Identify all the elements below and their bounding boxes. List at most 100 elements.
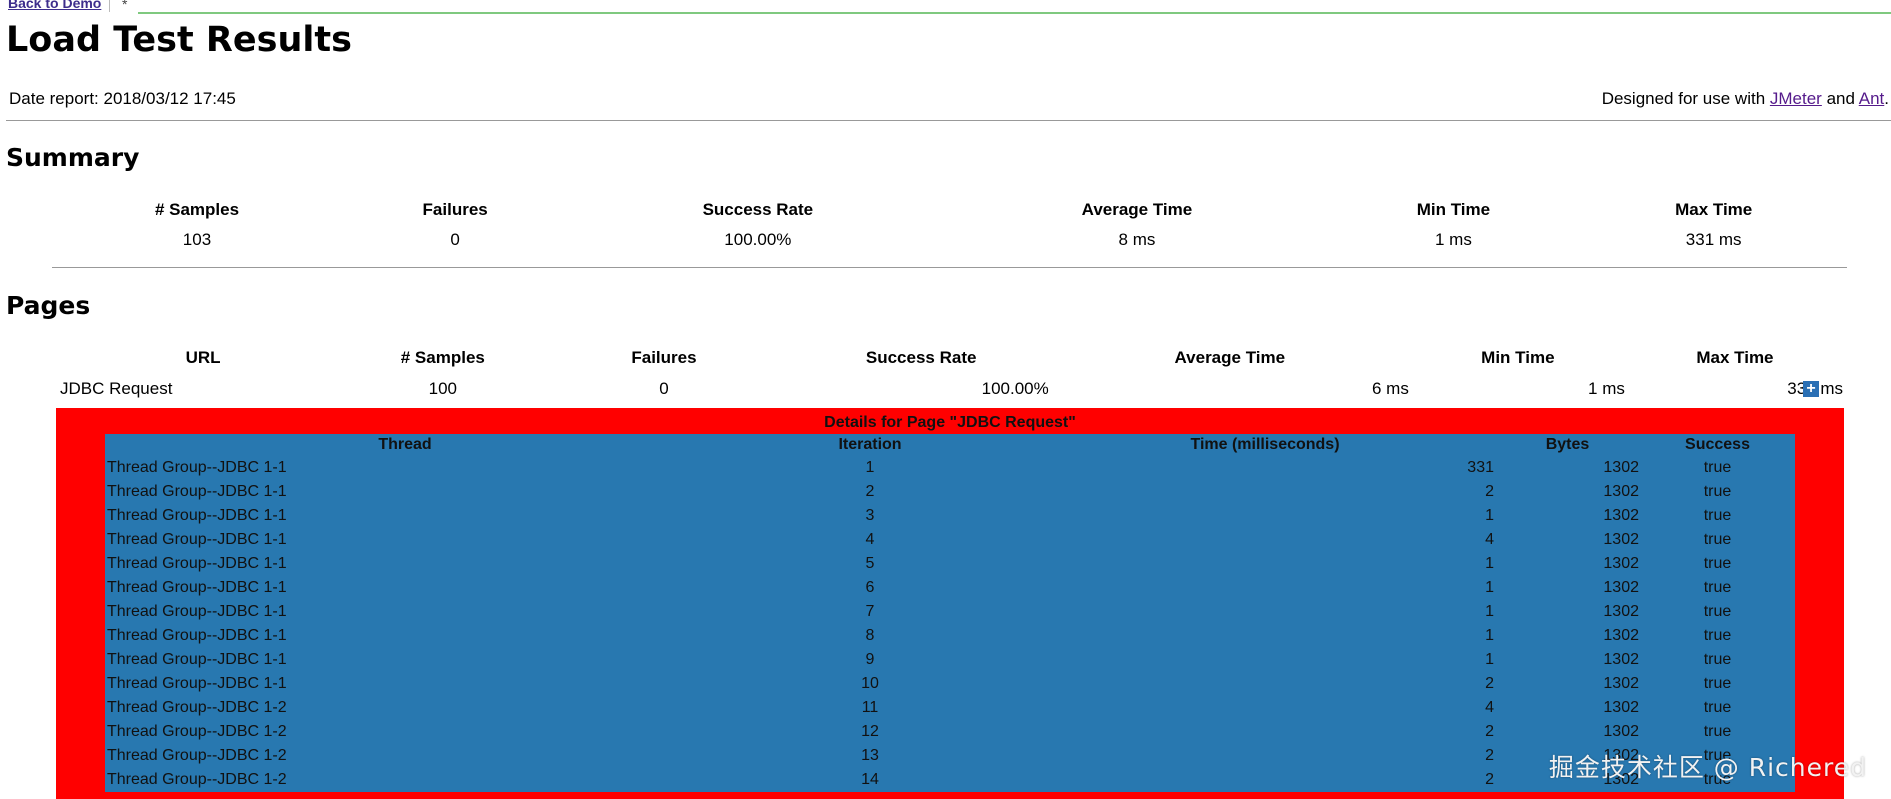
details-iteration: 11	[861, 699, 879, 716]
table-row: Thread Group--JDBC 1-1 9 1 1302 true	[105, 648, 1795, 672]
details-thread: Thread Group--JDBC 1-1	[107, 555, 287, 572]
table-row: Thread Group--JDBC 1-2 12 2 1302 true	[105, 720, 1795, 744]
details-time: 1	[1485, 627, 1494, 644]
details-iteration: 10	[861, 675, 879, 692]
ant-link[interactable]: Ant	[1859, 89, 1885, 108]
pages-header-failures: Failures	[631, 348, 697, 367]
designed-suffix: .	[1884, 89, 1889, 108]
pages-url: JDBC Request	[60, 379, 173, 398]
details-bytes: 1302	[1603, 507, 1639, 524]
details-success: true	[1703, 651, 1732, 668]
pages-header-max-time: Max Time	[1696, 348, 1774, 367]
summary-header-samples: # Samples	[154, 200, 240, 219]
details-iteration: 1	[865, 459, 875, 476]
pages-header-min-time: Min Time	[1481, 348, 1555, 367]
details-bytes: 1302	[1603, 555, 1639, 572]
details-thread: Thread Group--JDBC 1-1	[107, 531, 287, 548]
table-row: Thread Group--JDBC 1-2 14 2 1302 true	[105, 768, 1795, 792]
pages-failures: 0	[659, 379, 669, 398]
details-thread: Thread Group--JDBC 1-1	[107, 603, 287, 620]
details-iteration: 7	[865, 603, 875, 620]
details-bytes: 1302	[1603, 651, 1639, 668]
summary-average-time: 8 ms	[1118, 230, 1156, 249]
details-bytes: 1302	[1603, 459, 1639, 476]
pages-header-average-time: Average Time	[1174, 348, 1286, 367]
details-panel: Details for Page "JDBC Request" Thread I…	[56, 408, 1844, 799]
details-body: Thread Group--JDBC 1-1 1 331 1302 true Thread…	[105, 456, 1795, 792]
details-bytes: 1302	[1603, 675, 1639, 692]
details-thread: Thread Group--JDBC 1-2	[107, 771, 287, 788]
jmeter-link[interactable]: JMeter	[1770, 89, 1822, 108]
summary-title: Summary	[6, 143, 140, 172]
table-row: Thread Group--JDBC 1-1 8 1 1302 true	[105, 624, 1795, 648]
details-success: true	[1703, 627, 1732, 644]
details-success: true	[1703, 699, 1732, 716]
pages-min-time: 1 ms	[1588, 379, 1625, 398]
table-row: Thread Group--JDBC 1-1 4 4 1302 true	[105, 528, 1795, 552]
details-bytes: 1302	[1603, 627, 1639, 644]
details-thread: Thread Group--JDBC 1-1	[107, 651, 287, 668]
details-success: true	[1703, 675, 1732, 692]
details-iteration: 13	[861, 747, 879, 764]
details-header-row: Thread Iteration Time (milliseconds) Byt…	[105, 434, 1795, 456]
designed-prefix: Designed for use with	[1601, 89, 1770, 108]
pages-row-jdbc-request: JDBC Request 100 0 100.00% 6 ms 1 ms 331…	[56, 372, 1844, 406]
details-iteration: 8	[865, 627, 875, 644]
details-success: true	[1703, 483, 1732, 500]
details-success: true	[1703, 507, 1732, 524]
details-header-iteration: Iteration	[838, 436, 902, 453]
summary-max-time: 331 ms	[1685, 230, 1742, 249]
pages-header-url: URL	[185, 348, 221, 367]
summary-success-rate: 100.00%	[724, 230, 792, 249]
summary-failures: 0	[450, 230, 460, 249]
summary-header-failures: Failures	[422, 200, 488, 219]
details-header-bytes: Bytes	[1545, 436, 1590, 453]
details-thread: Thread Group--JDBC 1-1	[107, 483, 287, 500]
details-iteration: 6	[865, 579, 875, 596]
tab-marker[interactable]: *	[122, 0, 127, 12]
details-bytes: 1302	[1603, 579, 1639, 596]
details-success: true	[1703, 459, 1732, 476]
details-time: 2	[1485, 747, 1494, 764]
details-success: true	[1703, 531, 1732, 548]
details-success: true	[1703, 579, 1732, 596]
details-bytes: 1302	[1603, 483, 1639, 500]
pages-header-row: URL # Samples Failures Success Rate Aver…	[56, 344, 1844, 372]
summary-samples: 103	[182, 230, 212, 249]
table-row: Thread Group--JDBC 1-1 7 1 1302 true	[105, 600, 1795, 624]
details-time: 2	[1485, 771, 1494, 788]
date-report: Date report: 2018/03/12 17:45	[9, 89, 236, 108]
details-caption: Details for Page "JDBC Request"	[824, 414, 1076, 431]
details-iteration: 5	[865, 555, 875, 572]
details-header-thread: Thread	[378, 436, 432, 453]
details-bytes: 1302	[1603, 723, 1639, 740]
back-to-demo-link[interactable]: Back to Demo	[0, 0, 111, 12]
pages-success-rate: 100.00%	[981, 379, 1049, 398]
top-strip: Back to Demo *	[0, 0, 1891, 14]
details-header-success: Success	[1685, 436, 1750, 453]
details-time: 1	[1485, 603, 1494, 620]
pages-header-samples: # Samples	[400, 348, 485, 367]
details-time: 331	[1467, 459, 1494, 476]
details-bytes: 1302	[1603, 531, 1639, 548]
details-iteration: 12	[861, 723, 879, 740]
table-row: Thread Group--JDBC 1-1 2 2 1302 true	[105, 480, 1795, 504]
designed-for-note: Designed for use with JMeter and Ant.	[1602, 89, 1889, 109]
summary-divider	[52, 267, 1847, 268]
details-time: 2	[1485, 675, 1494, 692]
table-row: Thread Group--JDBC 1-1 1 331 1302 true	[105, 456, 1795, 480]
summary-value-row: 103 0 100.00% 8 ms 1 ms 331 ms	[52, 224, 1847, 256]
table-row: Thread Group--JDBC 1-1 3 1 1302 true	[105, 504, 1795, 528]
pages-table: URL # Samples Failures Success Rate Aver…	[56, 344, 1844, 406]
details-success: true	[1703, 603, 1732, 620]
summary-header-row: # Samples Failures Success Rate Average …	[52, 196, 1847, 224]
summary-header-average-time: Average Time	[1081, 200, 1193, 219]
designed-and: and	[1821, 89, 1859, 108]
pages-samples: 100	[428, 379, 457, 398]
pages-title: Pages	[6, 291, 91, 320]
table-row: Thread Group--JDBC 1-2 13 2 1302 true	[105, 744, 1795, 768]
expand-details-icon[interactable]: +	[1803, 381, 1819, 397]
watermark: 掘金技术社区 @ Richered	[1548, 753, 1867, 782]
summary-table: # Samples Failures Success Rate Average …	[52, 196, 1847, 256]
pages-header-success-rate: Success Rate	[865, 348, 977, 367]
